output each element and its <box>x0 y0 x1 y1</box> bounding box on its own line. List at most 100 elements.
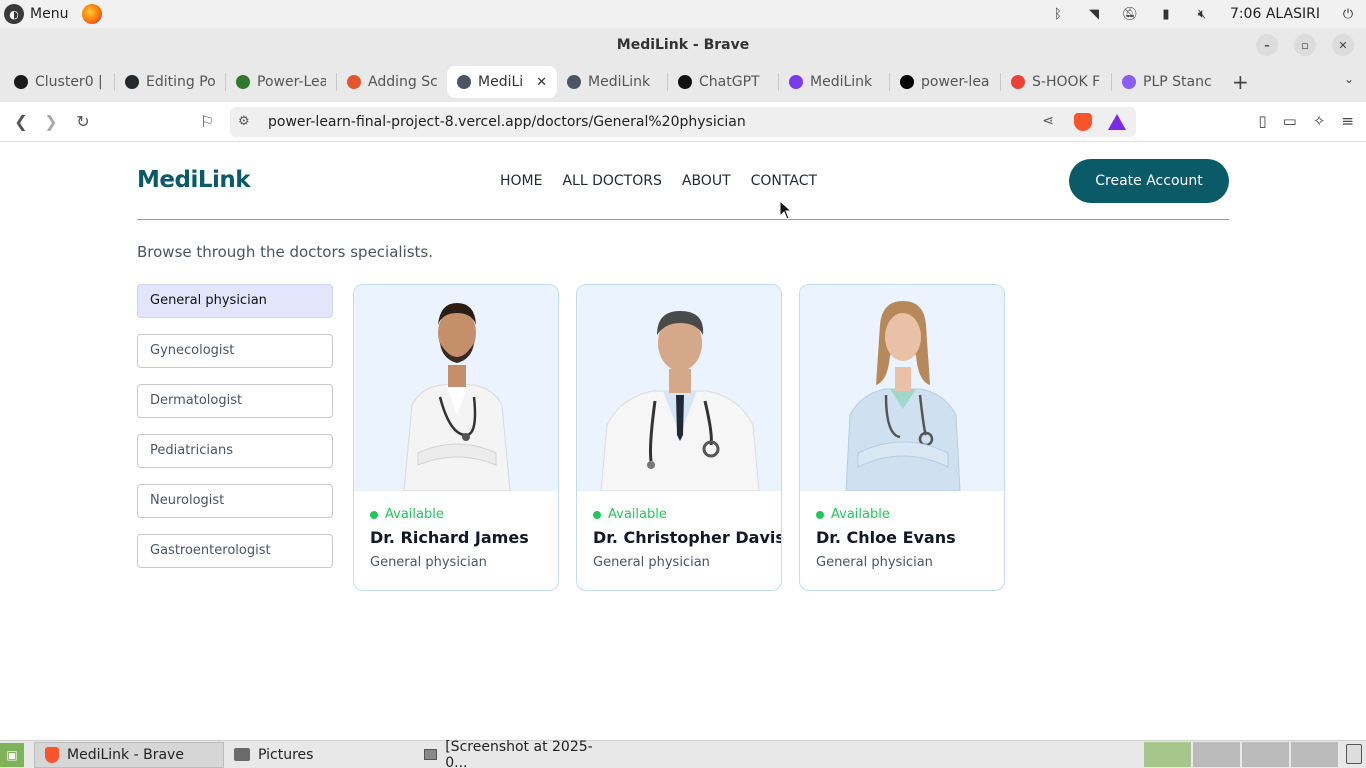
tab-favicon-icon <box>1011 75 1025 89</box>
workspace-4[interactable] <box>1291 742 1339 767</box>
tab-label: MediLink <box>588 74 651 90</box>
tab-label: Editing Po <box>146 74 215 90</box>
filter-pediatricians[interactable]: Pediatricians <box>137 434 333 468</box>
tab-strip: Cluster0 | Editing Po Power-Lea Adding Sc Me… <box>0 62 1366 102</box>
minimize-icon[interactable]: – <box>1256 34 1278 56</box>
tab-label: S-HOOK F <box>1032 74 1101 90</box>
brave-shields-icon[interactable] <box>1074 113 1092 131</box>
window-titlebar: MediLink - Brave – ▫ ✕ <box>0 28 1366 62</box>
app-menu-icon[interactable]: ≡ <box>1341 112 1354 130</box>
bluetooth-icon[interactable]: ᛒ <box>1050 6 1066 22</box>
leo-ai-icon[interactable]: ✧ <box>1313 112 1326 130</box>
doctor-card[interactable]: Available Dr. Chloe Evans General physic… <box>799 284 1005 591</box>
notifications-off-icon[interactable]: 🔕︎ <box>1122 6 1139 22</box>
close-icon[interactable]: ✕ <box>1332 34 1354 56</box>
tab-label: Adding Sc <box>368 74 437 90</box>
trash-icon[interactable] <box>1346 744 1362 764</box>
tab-9[interactable]: S-HOOK F <box>1001 66 1111 98</box>
browse-heading: Browse through the doctors specialists. <box>137 243 434 261</box>
nav-about[interactable]: ABOUT <box>682 173 731 189</box>
web-page: MediLink HOME ALL DOCTORS ABOUT CONTACT … <box>0 143 1366 740</box>
doctor-photo <box>800 285 1004 491</box>
doctor-speciality: General physician <box>816 555 933 570</box>
header-divider <box>137 219 1229 220</box>
filter-gynecologist[interactable]: Gynecologist <box>137 334 333 368</box>
clock[interactable]: 7:06 ALASIRI <box>1230 6 1320 22</box>
doctor-name: Dr. Chloe Evans <box>816 528 956 547</box>
taskbar-item-screenshot[interactable]: [Screenshot at 2025-0... <box>414 739 614 768</box>
tab-label: power-lea <box>921 74 990 90</box>
nav-all-doctors[interactable]: ALL DOCTORS <box>562 173 661 189</box>
tab-8[interactable]: power-lea <box>890 66 1000 98</box>
tab-2[interactable]: Power-Lea <box>226 66 336 98</box>
sidebar-icon[interactable]: ▯ <box>1258 112 1266 130</box>
tab-5[interactable]: MediLink <box>557 66 667 98</box>
tab-favicon-icon <box>347 75 361 89</box>
doctor-speciality: General physician <box>593 555 710 570</box>
tab-list-icon[interactable]: ⌄ <box>1344 72 1354 86</box>
site-logo[interactable]: MediLink <box>137 167 251 193</box>
tab-label: MediLink <box>810 74 873 90</box>
power-icon[interactable]: ⏻ <box>1340 6 1356 22</box>
create-account-button[interactable]: Create Account <box>1069 159 1229 203</box>
os-logo-icon: ◐ <box>4 4 24 24</box>
site-nav: HOME ALL DOCTORS ABOUT CONTACT <box>500 173 817 189</box>
os-menu-button[interactable]: ◐ Menu <box>4 4 103 24</box>
tab-favicon-icon <box>457 75 471 89</box>
filter-neurologist[interactable]: Neurologist <box>137 484 333 518</box>
share-icon[interactable]: ⋖ <box>1042 113 1054 129</box>
tab-close-icon[interactable]: ✕ <box>536 75 547 90</box>
firefox-icon[interactable] <box>82 4 103 24</box>
tab-favicon-icon <box>125 75 139 89</box>
filter-gastroenterologist[interactable]: Gastroenterologist <box>137 534 333 568</box>
tab-0[interactable]: Cluster0 | <box>4 66 114 98</box>
workspace-2[interactable] <box>1193 742 1241 767</box>
nav-home[interactable]: HOME <box>500 173 542 189</box>
status-badge: Available <box>370 507 542 522</box>
image-viewer-icon <box>424 749 438 760</box>
doctor-cards: Available Dr. Richard James General phys… <box>353 284 1005 591</box>
doctor-name: Dr. Christopher Davis <box>593 528 782 547</box>
doctor-card[interactable]: Available Dr. Richard James General phys… <box>353 284 559 591</box>
folder-icon <box>234 748 250 761</box>
speciality-filters: General physician Gynecologist Dermatolo… <box>137 284 333 584</box>
os-taskbar: ▣ MediLink - Brave Pictures [Screenshot … <box>0 739 1366 768</box>
tab-6[interactable]: ChatGPT <box>668 66 778 98</box>
reload-icon[interactable]: ↻ <box>68 112 98 131</box>
url-text[interactable]: power-learn-final-project-8.vercel.app/d… <box>268 114 746 130</box>
tab-favicon-icon <box>900 75 914 89</box>
tab-1[interactable]: Editing Po <box>115 66 225 98</box>
tab-4[interactable]: MediLi ✕ <box>447 66 557 98</box>
filter-dermatologist[interactable]: Dermatologist <box>137 384 333 418</box>
tab-favicon-icon <box>14 75 28 89</box>
taskbar-item-pictures[interactable]: Pictures <box>224 742 414 768</box>
tab-3[interactable]: Adding Sc <box>337 66 447 98</box>
status-badge: Available <box>816 507 988 522</box>
show-desktop-icon[interactable]: ▣ <box>0 742 24 767</box>
doctor-photo <box>354 285 558 491</box>
tab-10[interactable]: PLP Stanc <box>1112 66 1222 98</box>
tab-favicon-icon <box>236 75 250 89</box>
volume-muted-icon[interactable]: 🔇︎ <box>1194 6 1210 22</box>
tab-7[interactable]: MediLink <box>779 66 889 98</box>
new-tab-icon[interactable]: + <box>1232 70 1249 94</box>
wallet-icon[interactable]: ▭ <box>1283 112 1297 130</box>
taskbar-item-brave[interactable]: MediLink - Brave <box>34 741 224 768</box>
available-dot-icon <box>593 510 601 519</box>
window-title: MediLink - Brave <box>616 37 750 53</box>
brave-rewards-icon[interactable] <box>1108 114 1126 130</box>
address-bar[interactable]: ⚙ power-learn-final-project-8.vercel.app… <box>230 107 1136 137</box>
forward-icon[interactable]: ❯ <box>36 112 66 131</box>
tab-favicon-icon <box>678 75 692 89</box>
maximize-icon[interactable]: ▫ <box>1294 34 1316 56</box>
wifi-icon[interactable]: ◥ <box>1086 6 1102 22</box>
workspace-1[interactable] <box>1144 742 1192 767</box>
bookmark-icon[interactable]: ⚐ <box>192 112 222 131</box>
back-icon[interactable]: ❮ <box>6 112 36 131</box>
filter-general-physician[interactable]: General physician <box>137 284 333 318</box>
site-settings-icon[interactable]: ⚙ <box>238 114 250 129</box>
workspace-3[interactable] <box>1242 742 1290 767</box>
nav-contact[interactable]: CONTACT <box>751 173 817 189</box>
battery-icon[interactable]: ▮ <box>1158 6 1174 22</box>
doctor-card[interactable]: Available Dr. Christopher Davis General … <box>576 284 782 591</box>
